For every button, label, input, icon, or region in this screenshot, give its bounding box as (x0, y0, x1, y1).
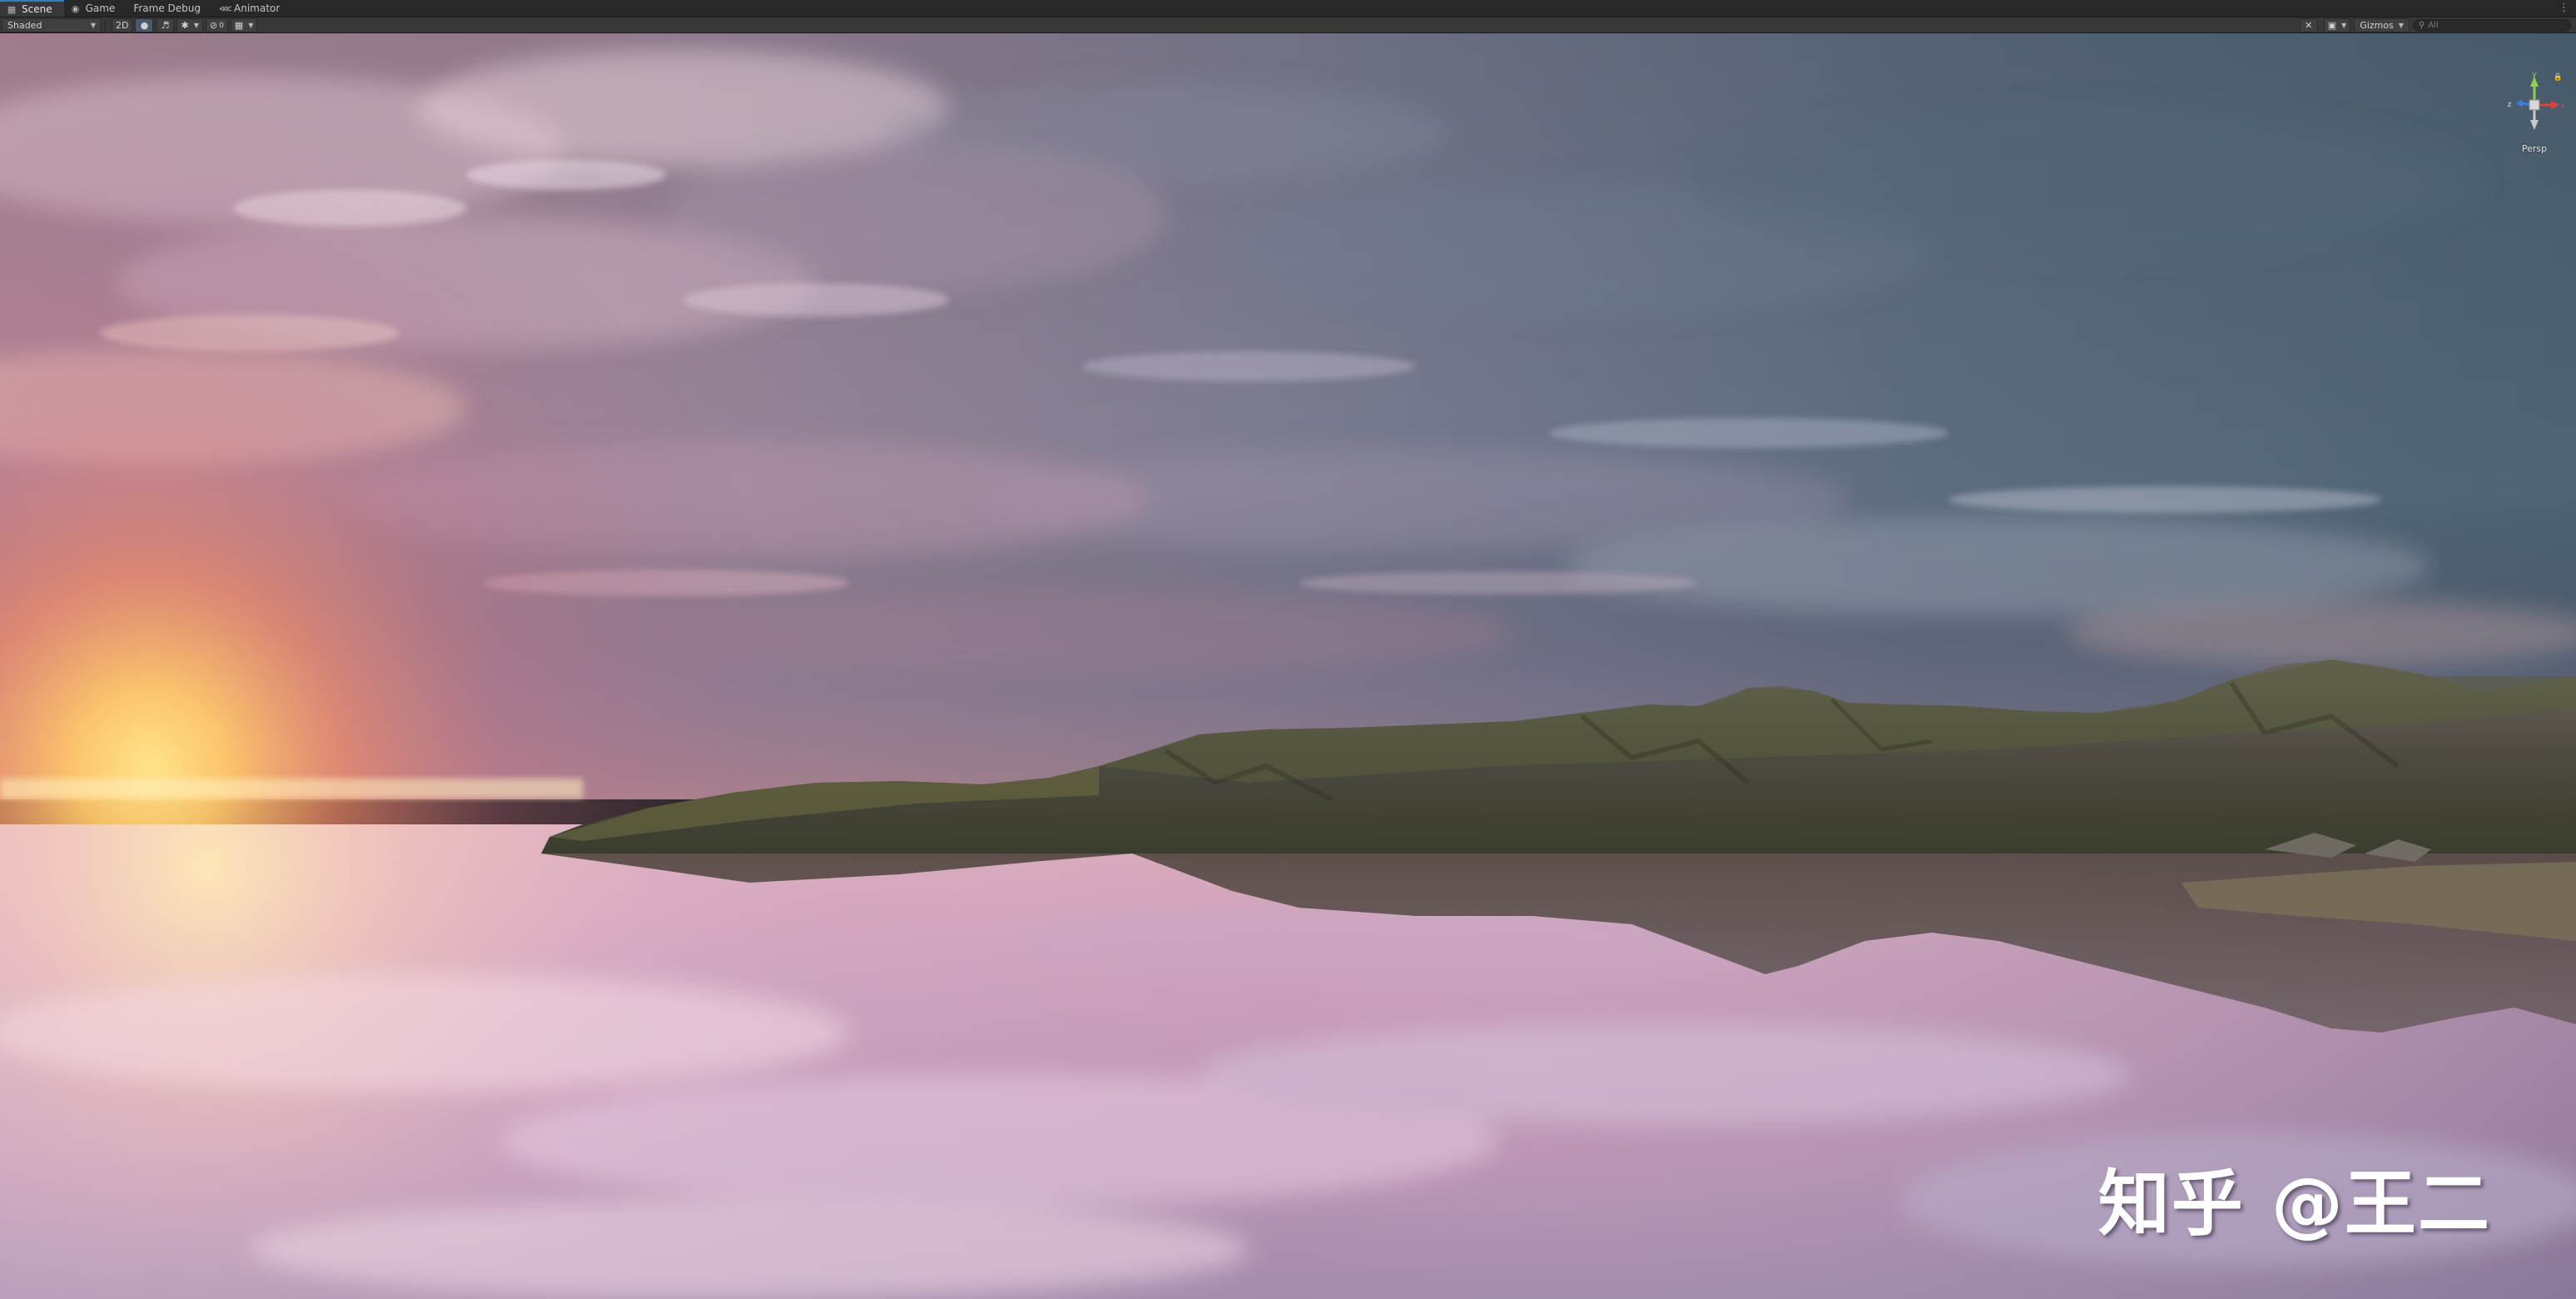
window-menu-icon[interactable]: ⋮ (2559, 0, 2569, 17)
scene-viewport[interactable]: y x z 🔒 Persp (0, 33, 2576, 1299)
grid-dropdown[interactable]: ▦ ▼ (230, 18, 258, 32)
chevron-down-icon: ▼ (193, 22, 199, 29)
lighting-toggle[interactable]: ● (135, 18, 154, 32)
shading-mode-dropdown[interactable]: Shaded ▼ (2, 18, 102, 32)
projection-toggle[interactable]: Persp (2504, 143, 2564, 154)
tab-game[interactable]: ◉ Game (64, 0, 127, 17)
watermark: 知乎 @王二 (2098, 1162, 2491, 1246)
projection-label: Persp (2521, 143, 2548, 154)
light-bulb-icon: ● (140, 20, 149, 31)
camera-icon: ▣ (2327, 20, 2337, 31)
scene-toolbar: Shaded ▼ 2D ● ♬ ✱ ▼ ⊘ 0 ▦ ▼ ✕ ▣ ▼ Gizmos… (0, 17, 2576, 33)
axis-x-label: x (2561, 102, 2564, 111)
grid-icon: ▦ (234, 20, 244, 31)
effects-icon: ✱ (181, 20, 189, 31)
scene-view-window: ▦ Scene ◉ Game Frame Debug ⋘ Animator ⋮ … (0, 0, 2576, 1299)
chevron-down-icon: ▼ (90, 22, 96, 29)
animator-icon: ⋘ (219, 2, 232, 14)
2d-mode-toggle[interactable]: 2D (112, 18, 133, 32)
scene-render (0, 33, 2576, 1299)
tab-label: Frame Debug (133, 2, 201, 14)
orientation-gizmo[interactable]: y x z 🔒 Persp (2504, 71, 2566, 163)
axis-gizmo-icon[interactable]: y x z (2504, 71, 2566, 143)
tab-animator[interactable]: ⋘ Animator (212, 0, 291, 17)
shading-mode-value: Shaded (7, 20, 42, 31)
2d-mode-label: 2D (116, 20, 129, 31)
gizmos-label: Gizmos (2360, 20, 2394, 31)
tools-icon: ✕ (2305, 20, 2313, 31)
axis-y-label: y (2532, 72, 2537, 79)
tab-label: Scene (22, 3, 52, 15)
chevron-down-icon: ▼ (2398, 22, 2404, 29)
tab-label: Game (85, 2, 116, 14)
speaker-icon: ♬ (161, 20, 170, 31)
scene-search-field[interactable]: ⚲ (2413, 19, 2571, 32)
audio-toggle[interactable]: ♬ (156, 18, 175, 32)
tab-scene[interactable]: ▦ Scene (0, 0, 64, 17)
chevron-down-icon: ▼ (2341, 22, 2347, 29)
camera-dropdown[interactable]: ▣ ▼ (2323, 18, 2351, 32)
search-input[interactable] (2428, 21, 2562, 30)
effects-dropdown[interactable]: ✱ ▼ (177, 18, 203, 32)
toolbar-divider (105, 19, 106, 32)
tab-label: Animator (234, 2, 281, 14)
lock-icon[interactable]: 🔒 (2554, 73, 2563, 82)
eye-slash-icon: ⊘ (209, 20, 218, 31)
search-icon: ⚲ (2419, 21, 2425, 30)
game-controller-icon: ◉ (71, 2, 80, 14)
tools-button[interactable]: ✕ (2299, 18, 2318, 32)
tab-bar: ▦ Scene ◉ Game Frame Debug ⋘ Animator ⋮ (0, 0, 2576, 17)
hidden-count: 0 (219, 21, 224, 30)
gizmos-dropdown[interactable]: Gizmos ▼ (2354, 18, 2409, 32)
tab-frame-debug[interactable]: Frame Debug (127, 0, 212, 17)
axis-z-label: z (2508, 101, 2512, 109)
scene-icon: ▦ (7, 3, 17, 15)
hidden-objects-toggle[interactable]: ⊘ 0 (205, 18, 228, 32)
chevron-down-icon: ▼ (248, 22, 254, 29)
